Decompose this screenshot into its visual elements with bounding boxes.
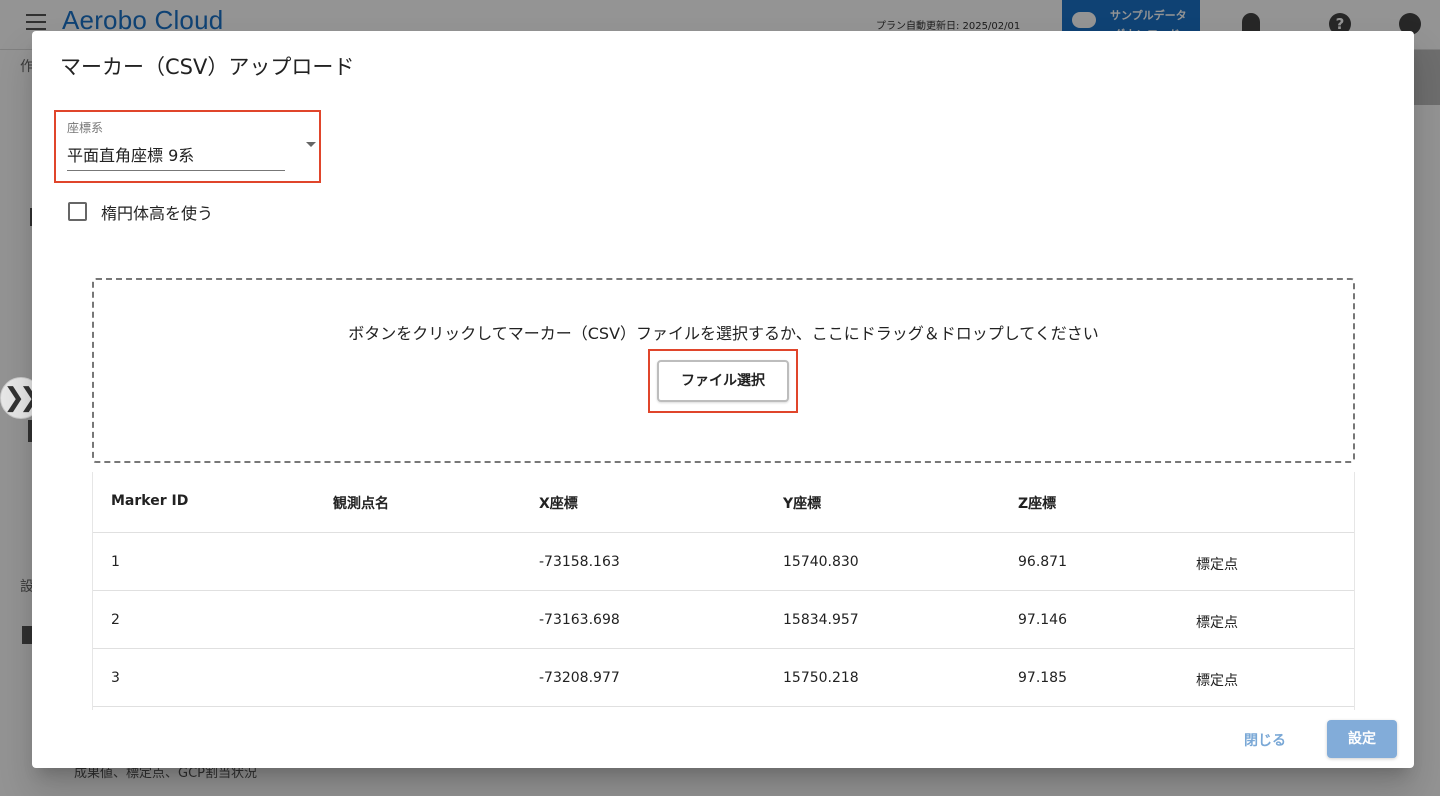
marker-table: Marker ID 観測点名 X座標 Y座標 Z座標 1 -73158.163 … <box>92 472 1355 710</box>
table-row: 1 -73158.163 15740.830 96.871 標定点 <box>93 533 1354 591</box>
ellipsoid-height-checkbox[interactable] <box>68 202 87 221</box>
column-header: 観測点名 <box>333 496 389 512</box>
set-button[interactable]: 設定 <box>1327 720 1397 758</box>
ellipsoid-height-label[interactable]: 楕円体高を使う <box>101 200 213 224</box>
close-button[interactable]: 閉じる <box>1230 728 1300 754</box>
chevron-down-icon[interactable] <box>306 142 316 147</box>
table-cell: -73208.977 <box>539 670 620 686</box>
table-row: 2 -73163.698 15834.957 97.146 標定点 <box>93 591 1354 649</box>
coordinate-system-label: 座標系 <box>67 121 104 135</box>
table-cell: 2 <box>111 612 120 628</box>
column-header: Y座標 <box>783 496 822 512</box>
table-cell: -73158.163 <box>539 554 620 570</box>
file-select-button[interactable]: ファイル選択 <box>657 360 789 402</box>
table-cell: 標定点 <box>1196 673 1238 689</box>
table-cell: 1 <box>111 554 120 570</box>
select-underline <box>67 170 285 171</box>
table-cell: 97.185 <box>1018 670 1067 686</box>
table-header-row: Marker ID 観測点名 X座標 Y座標 Z座標 <box>93 472 1354 533</box>
table-cell: 標定点 <box>1196 615 1238 631</box>
column-header: Z座標 <box>1018 496 1057 512</box>
table-cell: 15750.218 <box>783 670 859 686</box>
table-cell: 15740.830 <box>783 554 859 570</box>
table-cell: 97.146 <box>1018 612 1067 628</box>
dialog-title: マーカー（CSV）アップロード <box>60 55 355 79</box>
dropzone-instructions: ボタンをクリックしてマーカー（CSV）ファイルを選択するか、ここにドラッグ＆ドロ… <box>348 324 1099 343</box>
table-cell: 15834.957 <box>783 612 859 628</box>
table-cell: 3 <box>111 670 120 686</box>
column-header: X座標 <box>539 496 578 512</box>
table-cell: 標定点 <box>1196 557 1238 573</box>
table-row: 3 -73208.977 15750.218 97.185 標定点 <box>93 649 1354 707</box>
column-header: Marker ID <box>111 493 189 509</box>
table-cell: -73163.698 <box>539 612 620 628</box>
marker-csv-upload-dialog: マーカー（CSV）アップロード 座標系 平面直角座標 9系 楕円体高を使う ボタ… <box>32 31 1414 768</box>
table-cell: 96.871 <box>1018 554 1067 570</box>
coordinate-system-select[interactable]: 平面直角座標 9系 <box>67 142 194 166</box>
